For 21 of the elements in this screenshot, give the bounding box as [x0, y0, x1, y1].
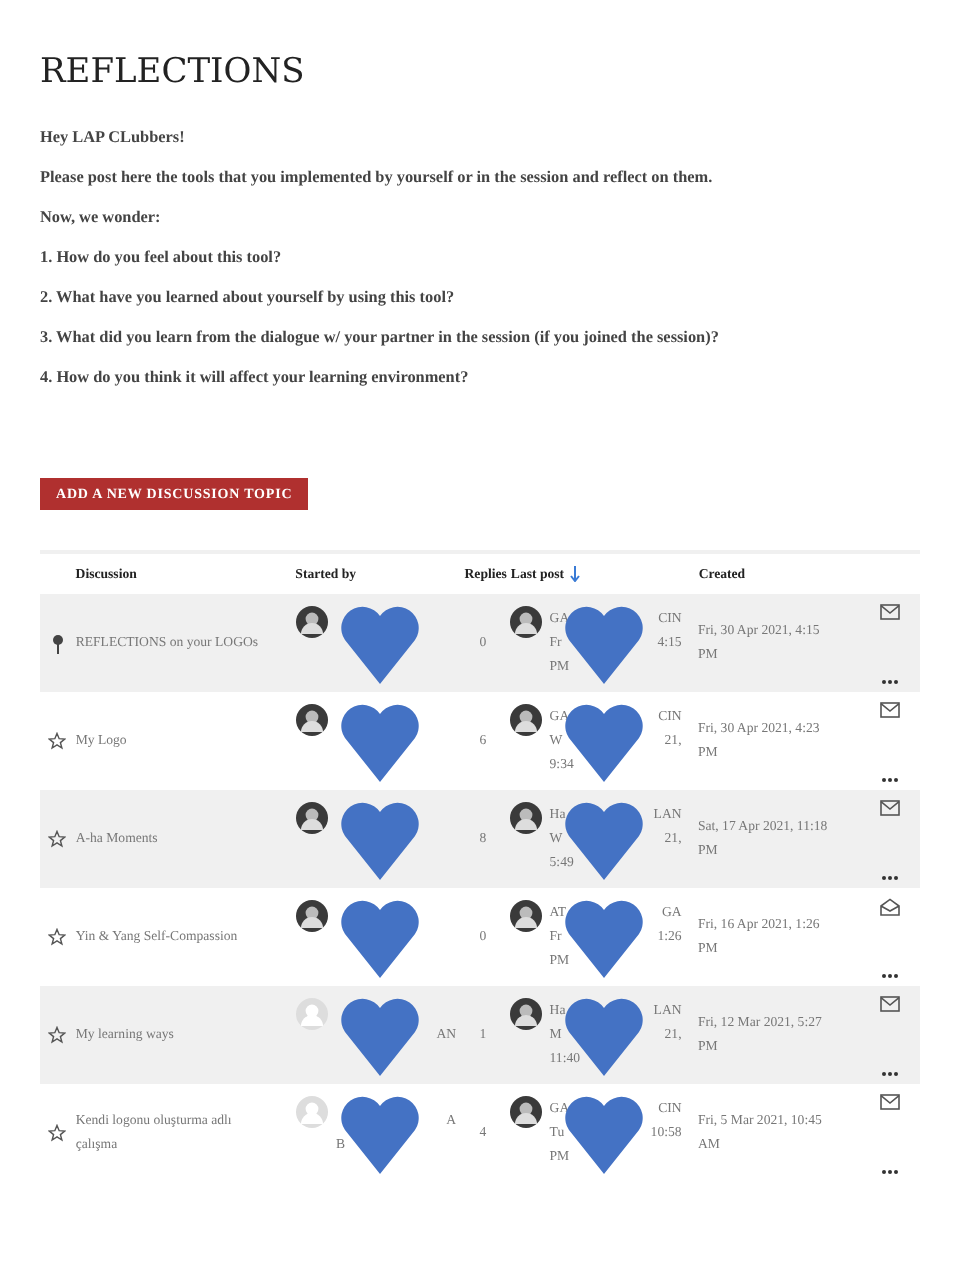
open-envelope-icon[interactable] — [880, 897, 901, 915]
intro-text: Please post here the tools that you implemented by yourself or in the session and reflect on them. — [40, 168, 715, 186]
intro-text: Now, we wonder: — [40, 208, 163, 226]
intro-text: 1. How do you feel about this tool? — [40, 248, 284, 266]
star-icon[interactable] — [48, 928, 67, 946]
envelope-icon[interactable] — [880, 701, 901, 717]
star-icon[interactable] — [48, 830, 67, 848]
star-icon[interactable] — [48, 732, 67, 750]
page-title: REFLECTIONS — [40, 52, 307, 92]
intro-text: 2. What have you learned about yourself by using this tool? — [40, 288, 457, 306]
intro-text: 3. What did you learn from the dialogue w/ your partner in the session (if you joined the session)? — [40, 328, 721, 346]
pin-icon[interactable] — [51, 633, 64, 653]
envelope-icon[interactable] — [880, 995, 901, 1011]
intro-text: Hey LAP CLubbers! — [40, 128, 187, 146]
sort-arrow-icon[interactable] — [570, 566, 581, 582]
envelope-icon[interactable] — [880, 1093, 901, 1109]
star-icon[interactable] — [48, 1124, 67, 1142]
envelope-icon[interactable] — [880, 603, 901, 619]
envelope-icon[interactable] — [880, 799, 901, 815]
star-icon[interactable] — [48, 1026, 67, 1044]
intro-text: 4. How do you think it will affect your learning environment? — [40, 368, 471, 386]
